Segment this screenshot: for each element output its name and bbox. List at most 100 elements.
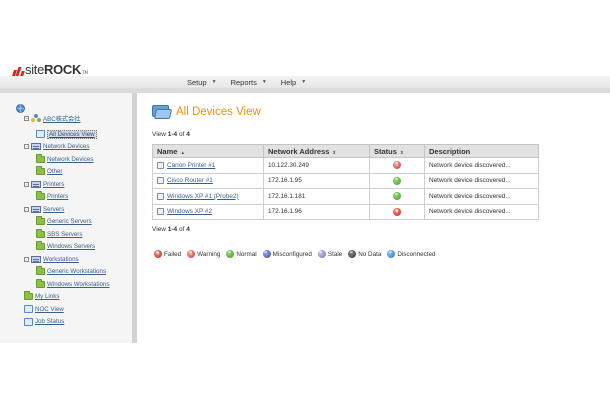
legend-item-misconfigured: Misconfigured [262, 250, 312, 258]
device-link[interactable]: Windows XP #1 (Probe2) [167, 193, 239, 200]
legend-label: Misconfigured [272, 250, 312, 258]
sidebar-item[interactable]: Other [36, 166, 63, 177]
legend-item-nodata: No Data [348, 250, 381, 258]
sidebar-item[interactable]: Windows Servers [36, 241, 96, 252]
sidebar-item[interactable]: - Network Devices [24, 142, 89, 152]
device-name-cell: Windows XP #2 [152, 203, 264, 220]
menu-help[interactable]: Help ▼ [281, 76, 306, 88]
status-cell: × [369, 203, 425, 220]
legend-label: Failed [164, 250, 182, 258]
menu-reports[interactable]: Reports ▼ [231, 76, 267, 88]
sidebar-item[interactable]: - Printers [24, 179, 64, 189]
collapse-icon[interactable]: - [24, 181, 29, 187]
group-icon [31, 205, 41, 213]
status-failed-icon: × [154, 250, 162, 258]
table-row[interactable]: Canon Printer #1 10.122.30.249! Network de… [152, 157, 539, 174]
column-header-name[interactable]: Name ▲ [152, 144, 264, 158]
table-row[interactable]: Windows XP #2 172.16.1.96 × Network device … [152, 203, 539, 220]
sidebar-item[interactable]: Generic Servers [36, 216, 92, 227]
brand-trademark: TM [82, 70, 89, 75]
folder-icon [24, 291, 33, 300]
legend-label: No Data [358, 250, 382, 258]
chevron-down-icon: ▼ [301, 79, 307, 85]
collapse-icon[interactable]: − [24, 115, 29, 121]
status-stale-icon [317, 250, 326, 258]
legend-item-failed: × Failed [154, 250, 181, 258]
column-header-address[interactable]: Network Address ⇕ [263, 144, 370, 158]
device-name-cell: Canon Printer #1 [152, 157, 264, 174]
sidebar-item[interactable]: Job Status [24, 317, 64, 327]
sidebar-item-label: Workstations [43, 255, 79, 263]
device-name-cell: Windows XP #1 (Probe2) [152, 188, 264, 205]
sort-icon: ⇕ [332, 149, 337, 155]
device-link[interactable]: Canon Printer #1 [167, 162, 215, 169]
network-address-cell: 172.16.1.95 [263, 172, 370, 189]
doc-icon [24, 305, 33, 313]
status-legend: × Failed! Warning Normal Misconfigured Stale N… [154, 250, 436, 258]
legend-item-disconnected: Disconnected [387, 250, 436, 258]
status-warning-icon: ! [187, 250, 196, 258]
table-row[interactable]: Windows XP #1 (Probe2) 172.16.1.181 Networ… [152, 188, 539, 205]
sidebar-item[interactable]: All Devices View [36, 129, 97, 139]
sidebar-item-label: Printers [43, 180, 65, 188]
devices-table: Name ▲ Network Address ⇕ Status ⇕ Descripti… [152, 144, 539, 220]
brand-logo[interactable]: siteROCK TM [12, 62, 88, 76]
sidebar-item[interactable]: Generic Workstations [36, 266, 107, 277]
description-cell: Network device discovered... [424, 188, 539, 205]
sidebar-item-label: Servers [43, 205, 65, 213]
legend-item-warning: ! Warning [187, 250, 220, 258]
status-normal-icon [393, 176, 401, 185]
chevron-down-icon: ▼ [211, 79, 217, 85]
sidebar-item[interactable]: SBS Servers [36, 228, 82, 239]
status-cell: ! [369, 157, 425, 174]
pager-bottom: View 1-4 of 4 [152, 226, 190, 233]
sidebar-item[interactable]: Windows Workstations [36, 278, 109, 289]
sidebar-item-label: My Links [35, 293, 60, 300]
status-cell [369, 188, 425, 205]
sidebar-item[interactable]: NOC View [24, 304, 64, 314]
device-icon [157, 161, 164, 169]
sidebar-item-label: Job Status [35, 318, 65, 325]
page-title-area: All Devices View [152, 104, 261, 119]
folder-icon [36, 278, 45, 288]
sidebar-item-label: Network Devices [43, 143, 90, 150]
folder-icon [36, 166, 45, 175]
top-menu-bar: Setup ▼ Reports ▼ Help ▼ [0, 76, 610, 88]
device-name-cell: Cisco Router #1 [152, 172, 264, 189]
folder-icon [36, 266, 45, 275]
globe-icon [16, 104, 25, 113]
device-link[interactable]: Cisco Router #1 [167, 177, 213, 184]
menu-help-label: Help [280, 77, 297, 87]
description-cell: Network device discovered... [424, 172, 539, 189]
folder-icon [36, 228, 45, 238]
menu-reports-label: Reports [230, 77, 257, 87]
sidebar-item-label: Generic Workstations [47, 268, 107, 275]
folder-icon [36, 153, 45, 163]
sidebar-item[interactable]: Printers [36, 191, 69, 202]
legend-item-stale: Stale [317, 250, 342, 258]
sidebar-item[interactable]: Network Devices [36, 153, 94, 164]
sidebar-item[interactable]: - Servers [24, 204, 64, 214]
column-header-status[interactable]: Status ⇕ [369, 144, 425, 158]
table-row[interactable]: Cisco Router #1 172.16.1.95 Network device… [152, 172, 539, 189]
status-normal-icon [226, 250, 235, 258]
collapse-icon[interactable]: - [24, 206, 29, 212]
sidebar-item-label: Printers [47, 193, 69, 200]
collapse-icon[interactable]: - [24, 256, 29, 262]
sidebar-item[interactable]: My Links [24, 291, 60, 302]
sidebar-item-label: Other [47, 168, 63, 175]
network-address-cell: 10.122.30.249 [263, 157, 370, 174]
sidebar-item-label: Network Devices [47, 155, 94, 163]
sidebar-item[interactable]: - Workstations [24, 254, 79, 264]
status-normal-icon [393, 192, 401, 201]
column-header-description[interactable]: Description [424, 144, 539, 158]
menu-setup[interactable]: Setup ▼ [187, 76, 217, 88]
sort-asc-icon: ▲ [180, 149, 185, 155]
logo-mark-icon [12, 66, 25, 76]
sidebar-item-label: NOC View [35, 305, 64, 313]
sidebar-item-label: Windows Servers [47, 243, 96, 250]
tree-item-org[interactable]: − ABC株式会社 [24, 113, 80, 123]
collapse-icon[interactable]: - [24, 144, 29, 149]
status-failed-icon: × [393, 207, 401, 216]
device-link[interactable]: Windows XP #2 [167, 208, 212, 215]
